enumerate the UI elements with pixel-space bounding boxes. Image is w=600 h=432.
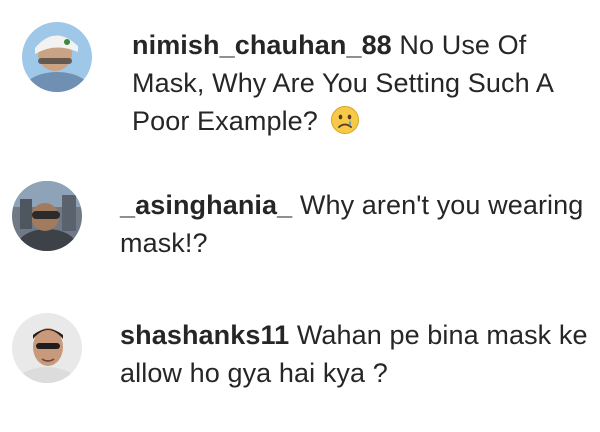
avatar-photo-icon [12,181,82,251]
comment-text-block: nimish_chauhan_88 No Use Of Mask, Why Ar… [132,26,588,145]
crying-face-icon [330,105,360,145]
comment-text-block: shashanks11 Wahan pe bina mask ke allow … [120,316,588,392]
avatar-photo-icon [22,22,92,92]
comment-username[interactable]: _asinghania_ [120,190,292,220]
comment-username[interactable]: nimish_chauhan_88 [132,30,392,60]
avatar-photo-icon [12,313,82,383]
avatar[interactable] [12,181,82,251]
avatar[interactable] [22,22,92,92]
comment-text-block: _asinghania_ Why aren't you wearing mask… [120,186,588,262]
avatar[interactable] [12,313,82,383]
comment-username[interactable]: shashanks11 [120,320,289,350]
